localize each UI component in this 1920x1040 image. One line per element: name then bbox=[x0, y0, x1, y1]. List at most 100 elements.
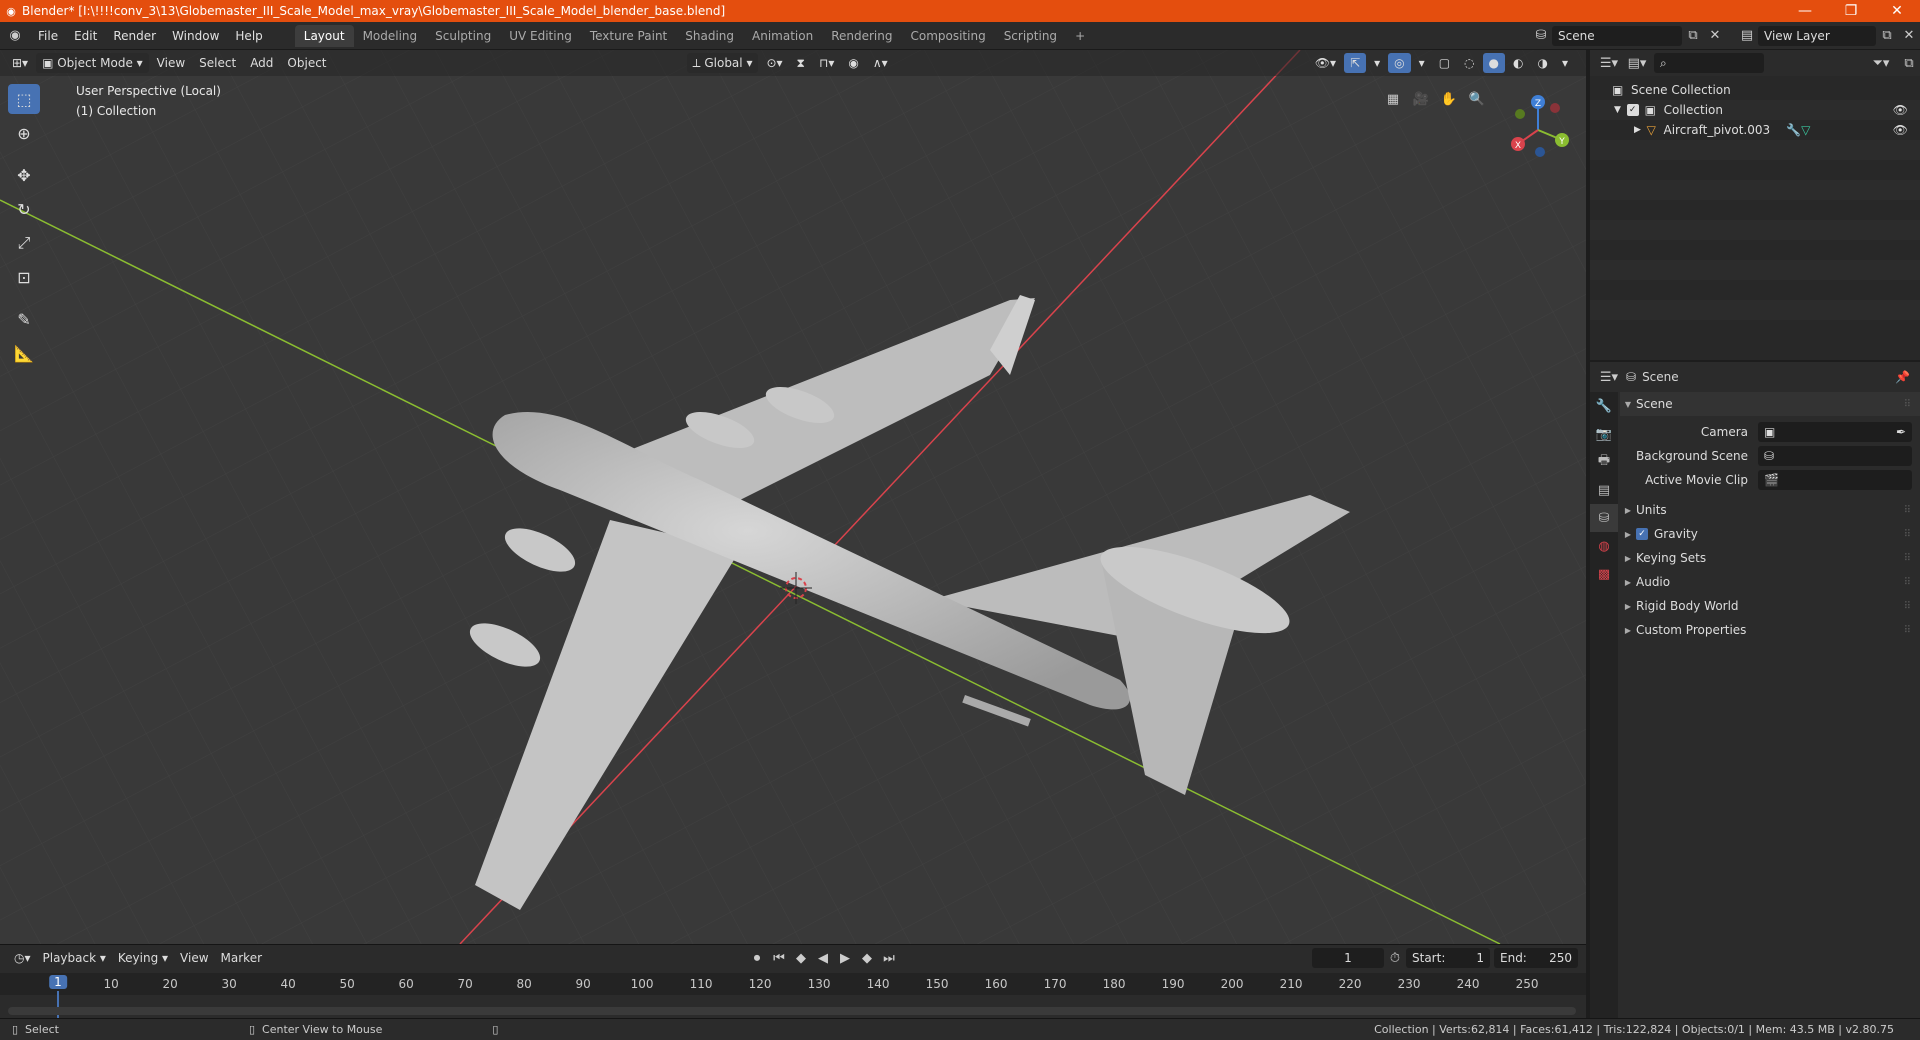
play-icon[interactable]: ▶ bbox=[834, 947, 856, 969]
tab-compositing[interactable]: Compositing bbox=[901, 25, 994, 47]
tab-rendering[interactable]: Rendering bbox=[822, 25, 901, 47]
scene-field[interactable]: Scene bbox=[1552, 25, 1682, 46]
wireframe-shading-icon[interactable]: ◌ bbox=[1458, 53, 1480, 73]
drag-handle-icon[interactable]: ⠿ bbox=[1904, 529, 1912, 540]
gravity-checkbox[interactable]: ✓ bbox=[1636, 528, 1648, 540]
pan-view-icon[interactable]: ✋ bbox=[1438, 88, 1460, 110]
menu-help[interactable]: Help bbox=[227, 25, 270, 47]
viewport-menu-select[interactable]: Select bbox=[193, 53, 242, 73]
tab-modeling[interactable]: Modeling bbox=[354, 25, 427, 47]
tab-animation[interactable]: Animation bbox=[743, 25, 822, 47]
transform-orientation-dropdown[interactable]: ⟂ Global ▾ bbox=[686, 53, 759, 73]
drag-handle-icon[interactable]: ⠿ bbox=[1904, 399, 1912, 410]
snap-target-icon[interactable]: ⊓▾ bbox=[813, 53, 840, 73]
tab-sculpting[interactable]: Sculpting bbox=[426, 25, 500, 47]
drag-handle-icon[interactable]: ⠿ bbox=[1904, 601, 1912, 612]
view-layer-field[interactable]: View Layer bbox=[1758, 25, 1876, 46]
collection-checkbox[interactable]: ✓ bbox=[1626, 104, 1639, 116]
play-reverse-icon[interactable]: ◀ bbox=[812, 947, 834, 969]
texture-tab-icon[interactable]: ▩ bbox=[1590, 560, 1618, 588]
rigid-body-world-panel-header[interactable]: ▶ Rigid Body World ⠿ bbox=[1620, 594, 1920, 618]
drag-handle-icon[interactable]: ⠿ bbox=[1904, 553, 1912, 564]
blender-menu-icon[interactable]: ◉ bbox=[0, 25, 30, 47]
outliner-row-scene-collection[interactable]: ▣ Scene Collection bbox=[1590, 80, 1920, 100]
new-collection-icon[interactable]: ⧉ bbox=[1898, 52, 1920, 74]
view-layer-icon[interactable]: ▤ bbox=[1736, 25, 1758, 47]
preview-range-icon[interactable]: ⏱ bbox=[1384, 947, 1406, 969]
remove-scene-icon[interactable]: ✕ bbox=[1704, 25, 1726, 47]
restore-button[interactable]: ❐ bbox=[1828, 0, 1874, 22]
menu-edit[interactable]: Edit bbox=[66, 25, 105, 47]
xray-icon[interactable]: ▢ bbox=[1433, 53, 1456, 73]
rendered-shading-icon[interactable]: ◑ bbox=[1531, 53, 1553, 73]
proportional-edit-icon[interactable]: ◉ bbox=[842, 53, 864, 73]
jump-start-icon[interactable]: ⏮ bbox=[768, 947, 790, 969]
collapse-triangle-icon[interactable]: ▼ bbox=[1614, 105, 1627, 115]
scene-icon[interactable]: ⛁ bbox=[1530, 25, 1552, 47]
outliner-row-aircraft[interactable]: ▶ ▽ Aircraft_pivot.003 🔧 ▽ 👁 bbox=[1590, 120, 1920, 140]
orientation-gizmo[interactable]: Z Y X bbox=[1500, 90, 1580, 170]
measure-tool-icon[interactable]: 📐 bbox=[8, 338, 40, 368]
move-tool-icon[interactable]: ✥ bbox=[8, 160, 40, 190]
remove-view-layer-icon[interactable]: ✕ bbox=[1898, 25, 1920, 47]
active-movie-clip-field[interactable]: 🎬 bbox=[1758, 470, 1912, 490]
select-box-tool-icon[interactable]: ⬚ bbox=[8, 84, 40, 114]
snap-icon[interactable]: ⧗ bbox=[791, 53, 811, 73]
new-view-layer-icon[interactable]: ⧉ bbox=[1876, 25, 1898, 47]
add-workspace-button[interactable]: + bbox=[1066, 25, 1094, 47]
expand-triangle-icon[interactable]: ▶ bbox=[1634, 125, 1647, 135]
eyedropper-icon[interactable]: ✒ bbox=[1896, 425, 1906, 439]
timeline-menu-playback[interactable]: Playback ▾ bbox=[37, 948, 112, 968]
minimize-button[interactable]: — bbox=[1782, 0, 1828, 22]
jump-keyframe-back-icon[interactable]: ◆ bbox=[790, 947, 812, 969]
menu-render[interactable]: Render bbox=[105, 25, 164, 47]
3d-viewport[interactable]: ⊞▾ ▣ Object Mode ▾ View Select Add Objec… bbox=[0, 50, 1586, 944]
end-frame-field[interactable]: End: 250 bbox=[1494, 948, 1578, 968]
timeline-menu-keying[interactable]: Keying ▾ bbox=[112, 948, 174, 968]
tool-tab-icon[interactable]: 🔧 bbox=[1590, 392, 1618, 420]
viewport-menu-object[interactable]: Object bbox=[281, 53, 332, 73]
overlay-toggle-icon[interactable]: ◎ bbox=[1388, 53, 1411, 73]
object-mode-dropdown[interactable]: ▣ Object Mode ▾ bbox=[36, 53, 149, 73]
timeline-menu-view[interactable]: View bbox=[174, 948, 214, 968]
record-icon[interactable]: ⏺ bbox=[746, 947, 768, 969]
shading-dropdown-icon[interactable]: ▾ bbox=[1556, 53, 1574, 73]
gizmo-toggle-icon[interactable]: ⇱ bbox=[1344, 53, 1367, 73]
viewport-menu-view[interactable]: View bbox=[151, 53, 191, 73]
current-frame-field[interactable]: 1 bbox=[1312, 948, 1384, 968]
annotate-tool-icon[interactable]: ✎ bbox=[8, 304, 40, 334]
aircraft-visibility-icon[interactable]: 👁 bbox=[1893, 123, 1908, 137]
timeline-editor-type-icon[interactable]: ◷▾ bbox=[8, 948, 37, 968]
falloff-icon[interactable]: ∧▾ bbox=[867, 53, 894, 73]
material-shading-icon[interactable]: ◐ bbox=[1507, 53, 1529, 73]
transform-tool-icon[interactable]: ⊡ bbox=[8, 262, 40, 292]
scale-tool-icon[interactable]: ⤢ bbox=[8, 228, 40, 258]
jump-keyframe-forward-icon[interactable]: ◆ bbox=[856, 947, 878, 969]
start-frame-field[interactable]: Start: 1 bbox=[1406, 948, 1490, 968]
properties-editor-type-icon[interactable]: ☰▾ bbox=[1598, 366, 1620, 388]
close-button[interactable]: ✕ bbox=[1874, 0, 1920, 22]
view-layer-tab-icon[interactable]: ▤ bbox=[1590, 476, 1618, 504]
drag-handle-icon[interactable]: ⠿ bbox=[1904, 625, 1912, 636]
output-tab-icon[interactable]: 🖶 bbox=[1590, 448, 1618, 476]
filter-icon[interactable]: ⏷▾ bbox=[1870, 52, 1892, 74]
outliner-editor-type-icon[interactable]: ☰▾ bbox=[1598, 52, 1620, 74]
pivot-point-icon[interactable]: ⊙▾ bbox=[760, 53, 788, 73]
menu-window[interactable]: Window bbox=[164, 25, 227, 47]
collection-visibility-icon[interactable]: 👁 bbox=[1893, 103, 1908, 117]
overlay-dropdown-icon[interactable]: ▾ bbox=[1413, 53, 1431, 73]
new-scene-icon[interactable]: ⧉ bbox=[1682, 25, 1704, 47]
pin-icon[interactable]: 📌 bbox=[1895, 370, 1910, 384]
timeline-ruler[interactable]: 1 10 20 30 40 50 60 70 80 90 100 110 120 130 140 150 160… bbox=[0, 973, 1586, 1019]
scene-tab-icon[interactable]: ⛁ bbox=[1590, 504, 1618, 532]
timeline-menu-marker[interactable]: Marker bbox=[215, 948, 268, 968]
rotate-tool-icon[interactable]: ↻ bbox=[8, 194, 40, 224]
world-tab-icon[interactable]: ◍ bbox=[1590, 532, 1618, 560]
display-mode-icon[interactable]: ▤▾ bbox=[1626, 52, 1648, 74]
camera-view-icon[interactable]: 🎥 bbox=[1410, 88, 1432, 110]
outliner-row-collection[interactable]: ▼ ✓ ▣ Collection 👁 bbox=[1590, 100, 1920, 120]
keying-sets-panel-header[interactable]: ▶ Keying Sets ⠿ bbox=[1620, 546, 1920, 570]
editor-type-icon[interactable]: ⊞▾ bbox=[6, 53, 34, 73]
solid-shading-icon[interactable]: ● bbox=[1482, 53, 1505, 73]
viewport-menu-add[interactable]: Add bbox=[244, 53, 279, 73]
